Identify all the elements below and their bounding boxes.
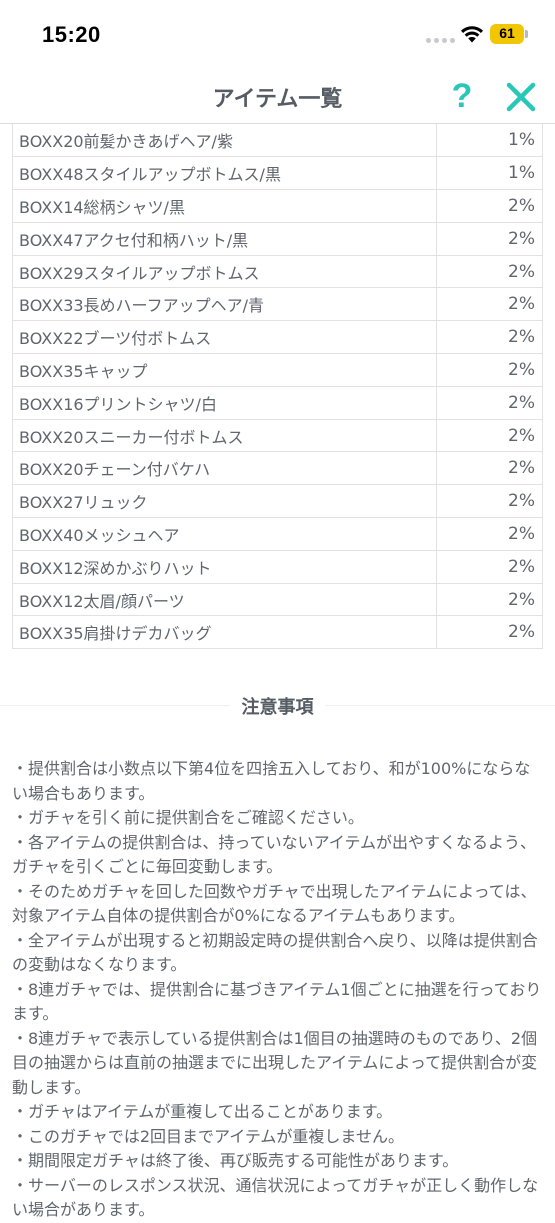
item-rate: 2%	[436, 615, 543, 650]
item-rate: 2%	[436, 287, 543, 322]
item-name: BOXX33長めハーフアップヘア/青	[12, 287, 437, 322]
status-bar: 15:20 61	[0, 0, 555, 68]
item-name: BOXX48スタイルアップボトムス/黒	[12, 156, 437, 191]
status-time: 15:20	[42, 22, 101, 47]
item-name: BOXX35肩掛けデカバッグ	[12, 615, 437, 650]
item-rate: 2%	[436, 189, 543, 223]
item-name: BOXX12太眉/顔パーツ	[12, 583, 437, 617]
notice-item: ・そのためガチャを回した回数やガチャで出現したアイテムによっては、対象アイテム自…	[12, 881, 537, 926]
table-row: BOXX20チェーン付バケハ 2%	[12, 451, 543, 486]
notice-item: ・ガチャはアイテムが重複して出ることがあります。	[12, 1102, 393, 1121]
table-row: BOXX20前髪かきあげヘア/紫 1%	[12, 124, 543, 158]
table-row: BOXX33長めハーフアップヘア/青 2%	[12, 287, 543, 322]
item-rate: 2%	[436, 451, 543, 486]
item-rate: 1%	[436, 124, 543, 158]
table-row: BOXX16プリントシャツ/白 2%	[12, 386, 543, 420]
table-row: BOXX12太眉/顔パーツ 2%	[12, 583, 543, 617]
notice-item: ・8連ガチャでは、提供割合に基づきアイテム1個ごとに抽選を行っております。	[12, 979, 542, 1024]
close-button[interactable]	[502, 78, 540, 116]
notice-item: ・各アイテムの提供割合は、持っていないアイテムが出やすくなるよう、ガチャを引くご…	[12, 832, 537, 877]
signal-dots-icon	[426, 38, 456, 44]
item-rate: 2%	[436, 222, 543, 256]
item-rate: 2%	[436, 255, 543, 289]
item-name: BOXX12深めかぶりハット	[12, 550, 437, 584]
table-row: BOXX29スタイルアップボトムス 2%	[12, 255, 543, 289]
table-row: BOXX35キャップ 2%	[12, 353, 543, 387]
table-row: BOXX35肩掛けデカバッグ 2%	[12, 615, 543, 650]
item-rate: 2%	[436, 320, 543, 355]
table-row: BOXX22ブーツ付ボトムス 2%	[12, 320, 543, 355]
item-name: BOXX29スタイルアップボトムス	[12, 255, 437, 289]
notice-item: ・サーバーのレスポンス状況、通信状況によってガチャが正しく動作しない場合がありま…	[12, 1175, 539, 1220]
close-icon	[506, 82, 536, 112]
item-rate: 2%	[436, 386, 543, 420]
notice-item: ・8連ガチャで表示している提供割合は1個目の抽選時のものであり、2個目の抽選から…	[12, 1028, 538, 1097]
wifi-icon	[461, 26, 483, 43]
notice-title: 注意事項	[0, 693, 555, 719]
table-row: BOXX40メッシュヘア 2%	[12, 517, 543, 551]
notice-item: ・提供割合は小数点以下第4位を四捨五入しており、和が100%にならない場合もあり…	[12, 759, 531, 803]
item-table: BOXX20前髪かきあげヘア/紫 1% BOXX48スタイルアップボトムス/黒 1%…	[12, 124, 543, 650]
item-name: BOXX22ブーツ付ボトムス	[12, 320, 437, 355]
item-rate: 2%	[436, 583, 543, 617]
table-row: BOXX48スタイルアップボトムス/黒 1%	[12, 156, 543, 191]
item-name: BOXX14総柄シャツ/黒	[12, 189, 437, 223]
item-name: BOXX47アクセ付和柄ハット/黒	[12, 222, 437, 256]
battery-indicator: 61	[490, 24, 530, 44]
table-row: BOXX47アクセ付和柄ハット/黒 2%	[12, 222, 543, 256]
notice-item: ・ガチャを引く前に提供割合をご確認ください。	[12, 808, 364, 827]
table-row: BOXX14総柄シャツ/黒 2%	[12, 189, 543, 223]
item-name: BOXX27リュック	[12, 484, 437, 519]
item-rate: 2%	[436, 419, 543, 453]
notice-item: ・期間限定ガチャは終了後、再び販売する可能性があります。	[12, 1151, 459, 1170]
item-name: BOXX35キャップ	[12, 353, 437, 387]
battery-level: 61	[499, 25, 515, 41]
item-name: BOXX20チェーン付バケハ	[12, 451, 437, 486]
table-row: BOXX27リュック 2%	[12, 484, 543, 519]
table-row: BOXX20スニーカー付ボトムス 2%	[12, 419, 543, 453]
item-name: BOXX40メッシュヘア	[12, 517, 437, 551]
notice-title-label: 注意事項	[229, 697, 326, 718]
table-row: BOXX12深めかぶりハット 2%	[12, 550, 543, 584]
item-rate: 2%	[436, 550, 543, 584]
header: アイテム一覧 ?	[0, 68, 555, 124]
item-name: BOXX20スニーカー付ボトムス	[12, 419, 437, 453]
item-rate: 2%	[436, 484, 543, 519]
notice-list: ・提供割合は小数点以下第4位を四捨五入しており、和が100%にならない場合もあり…	[12, 757, 542, 1223]
item-rate: 2%	[436, 353, 543, 387]
item-name: BOXX16プリントシャツ/白	[12, 386, 437, 420]
help-button[interactable]: ?	[444, 76, 480, 116]
item-name: BOXX20前髪かきあげヘア/紫	[12, 124, 437, 158]
item-rate: 1%	[436, 156, 543, 191]
battery-tip	[525, 30, 528, 38]
notice-item: ・このガチャでは2回目までアイテムが重複しません。	[12, 1126, 404, 1146]
question-mark-icon: ?	[451, 76, 473, 115]
item-rate: 2%	[436, 517, 543, 551]
notice-item: ・全アイテムが出現すると初期設定時の提供割合へ戻り、以降は提供割合の変動はなくな…	[12, 930, 538, 975]
